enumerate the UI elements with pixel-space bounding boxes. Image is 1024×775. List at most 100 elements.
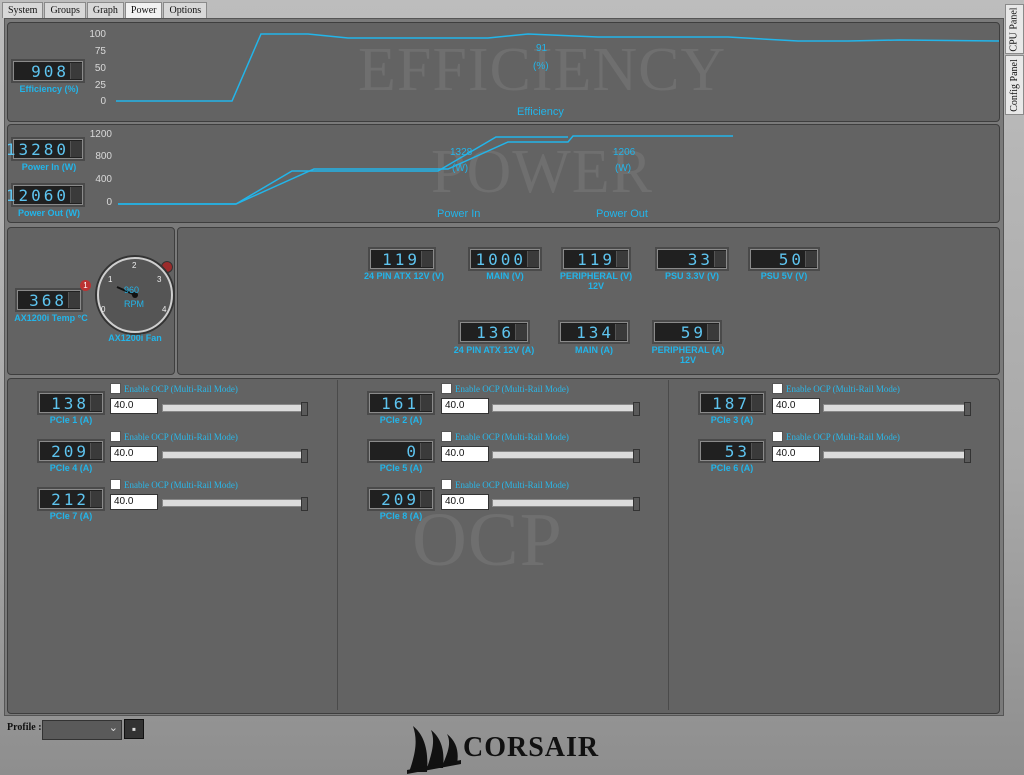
power-in-readout-value: 13280 bbox=[7, 139, 69, 159]
ocp-enable-checkbox[interactable]: Enable OCP (Multi-Rail Mode) bbox=[110, 479, 238, 490]
efficiency-current-value: 91 bbox=[536, 43, 548, 54]
save-profile-button[interactable]: ▪ bbox=[124, 719, 144, 739]
voltage-readout: 119 bbox=[561, 247, 631, 271]
voltage-current-panel: 119 24 PIN ATX 12V (V) 1000 MAIN (V) 119… bbox=[177, 227, 1000, 375]
side-tab-config-panel[interactable]: Config Panel bbox=[1005, 55, 1024, 115]
tab-system[interactable]: System bbox=[2, 2, 44, 18]
ocp-enable-checkbox[interactable]: Enable OCP (Multi-Rail Mode) bbox=[772, 383, 900, 394]
corsair-logo: CORSAIR bbox=[407, 720, 623, 774]
ocp-enable-checkbox[interactable]: Enable OCP (Multi-Rail Mode) bbox=[441, 431, 569, 442]
ocp-limit-slider[interactable] bbox=[823, 404, 968, 412]
ocp-limit-slider[interactable] bbox=[162, 499, 304, 507]
power-out-line bbox=[118, 135, 733, 205]
current-readout: 59 bbox=[652, 320, 722, 344]
efficiency-readout-value: 908 bbox=[31, 61, 69, 81]
tab-groups[interactable]: Groups bbox=[44, 2, 86, 18]
current-readout-value: 59 bbox=[680, 322, 706, 342]
temp-readout: 368 bbox=[15, 288, 83, 312]
ocp-enable-checkbox[interactable]: Enable OCP (Multi-Rail Mode) bbox=[441, 383, 569, 394]
voltage-readout-value: 33 bbox=[687, 249, 713, 269]
tab-options[interactable]: Options bbox=[163, 2, 208, 18]
voltage-label: PSU 3.3V (V) bbox=[664, 271, 720, 281]
profile-label: Profile : bbox=[7, 722, 42, 733]
checkbox-box bbox=[441, 479, 452, 490]
ocp-rail-readout: 161 bbox=[367, 391, 435, 415]
ocp-enable-checkbox[interactable]: Enable OCP (Multi-Rail Mode) bbox=[110, 383, 238, 394]
temp-readout-value: 368 bbox=[29, 290, 67, 310]
ocp-rail-readout: 209 bbox=[37, 439, 105, 463]
ocp-slider-thumb[interactable] bbox=[964, 402, 971, 416]
efficiency-label: Efficiency (%) bbox=[19, 84, 79, 94]
fan-scale-1: 1 bbox=[108, 275, 113, 284]
ocp-limit-input[interactable]: 40.0 bbox=[441, 446, 489, 462]
ocp-rail-readout-value: 209 bbox=[51, 441, 89, 461]
power-out-readout: 12060 bbox=[8, 183, 85, 207]
temp-label: AX1200i Temp °C bbox=[14, 313, 88, 323]
ocp-rail-readout-value: 53 bbox=[724, 441, 750, 461]
ocp-slider-thumb[interactable] bbox=[633, 497, 640, 511]
ocp-limit-input[interactable]: 40.0 bbox=[110, 446, 158, 462]
side-tab-config-panel-label: Config Panel bbox=[1009, 58, 1020, 112]
efficiency-graph bbox=[116, 33, 999, 102]
power-out-series-label: Power Out bbox=[596, 208, 648, 220]
ocp-enable-label: Enable OCP (Multi-Rail Mode) bbox=[786, 383, 900, 394]
ocp-enable-checkbox[interactable]: Enable OCP (Multi-Rail Mode) bbox=[110, 431, 238, 442]
current-readout-value: 136 bbox=[476, 322, 514, 342]
tab-power[interactable]: Power bbox=[124, 2, 163, 18]
voltage-label: MAIN (V) bbox=[486, 271, 524, 281]
power-in-value: 1328 bbox=[450, 147, 473, 158]
ocp-rail-label: PCIe 1 (A) bbox=[49, 415, 93, 425]
ocp-rail-readout: 0 bbox=[367, 439, 435, 463]
fan-scale-2: 2 bbox=[132, 261, 137, 270]
current-readout: 134 bbox=[558, 320, 630, 344]
ocp-limit-slider[interactable] bbox=[823, 451, 968, 459]
ocp-enable-checkbox[interactable]: Enable OCP (Multi-Rail Mode) bbox=[772, 431, 900, 442]
temp-alert-badge: 1 bbox=[80, 280, 91, 291]
tab-graph[interactable]: Graph bbox=[86, 2, 124, 18]
ocp-limit-input[interactable]: 40.0 bbox=[110, 494, 158, 510]
voltage-label: 24 PIN ATX 12V (V) bbox=[363, 271, 445, 281]
ocp-rail-readout: 212 bbox=[37, 487, 105, 511]
ocp-rail-label: PCIe 7 (A) bbox=[49, 511, 93, 521]
ocp-slider-thumb[interactable] bbox=[633, 402, 640, 416]
side-tab-cpu-panel[interactable]: CPU Panel bbox=[1005, 4, 1024, 54]
ocp-limit-input[interactable]: 40.0 bbox=[110, 398, 158, 414]
save-icon: ▪ bbox=[131, 722, 137, 736]
ocp-limit-slider[interactable] bbox=[162, 404, 304, 412]
ocp-rail-readout-value: 187 bbox=[712, 393, 750, 413]
checkbox-box bbox=[772, 383, 783, 394]
ocp-limit-slider[interactable] bbox=[162, 451, 304, 459]
ocp-limit-input[interactable]: 40.0 bbox=[441, 494, 489, 510]
side-tab-cpu-panel-label: CPU Panel bbox=[1009, 6, 1021, 52]
ocp-enable-label: Enable OCP (Multi-Rail Mode) bbox=[455, 431, 569, 442]
ocp-limit-input[interactable]: 40.0 bbox=[772, 398, 820, 414]
power-in-unit: (W) bbox=[452, 163, 469, 174]
profile-dropdown[interactable] bbox=[42, 720, 122, 740]
checkbox-box bbox=[110, 431, 121, 442]
ocp-rail-readout-value: 161 bbox=[381, 393, 419, 413]
power-in-label: Power In (W) bbox=[21, 162, 77, 172]
ocp-enable-label: Enable OCP (Multi-Rail Mode) bbox=[124, 383, 238, 394]
ocp-limit-slider[interactable] bbox=[492, 404, 636, 412]
ocp-slider-thumb[interactable] bbox=[964, 449, 971, 463]
ocp-slider-thumb[interactable] bbox=[301, 497, 308, 511]
ocp-rail-label: PCIe 3 (A) bbox=[710, 415, 754, 425]
ocp-limit-input[interactable]: 40.0 bbox=[441, 398, 489, 414]
power-in-readout: 13280 bbox=[8, 137, 85, 161]
voltage-readout-value: 119 bbox=[382, 249, 420, 269]
ocp-limit-slider[interactable] bbox=[492, 499, 636, 507]
ocp-limit-slider[interactable] bbox=[492, 451, 636, 459]
ocp-slider-thumb[interactable] bbox=[301, 402, 308, 416]
voltage-label: PERIPHERAL (V) 12V bbox=[559, 271, 633, 291]
ocp-rail-readout-value: 209 bbox=[381, 489, 419, 509]
power-out-value: 1206 bbox=[613, 147, 636, 158]
ocp-slider-thumb[interactable] bbox=[301, 449, 308, 463]
ocp-slider-thumb[interactable] bbox=[633, 449, 640, 463]
efficiency-current-unit: (%) bbox=[533, 61, 549, 72]
ocp-enable-checkbox[interactable]: Enable OCP (Multi-Rail Mode) bbox=[441, 479, 569, 490]
fan-scale-4: 4 bbox=[162, 305, 167, 314]
ocp-limit-input[interactable]: 40.0 bbox=[772, 446, 820, 462]
efficiency-line bbox=[116, 33, 999, 102]
current-readout: 136 bbox=[458, 320, 530, 344]
voltage-label: PSU 5V (V) bbox=[760, 271, 808, 281]
